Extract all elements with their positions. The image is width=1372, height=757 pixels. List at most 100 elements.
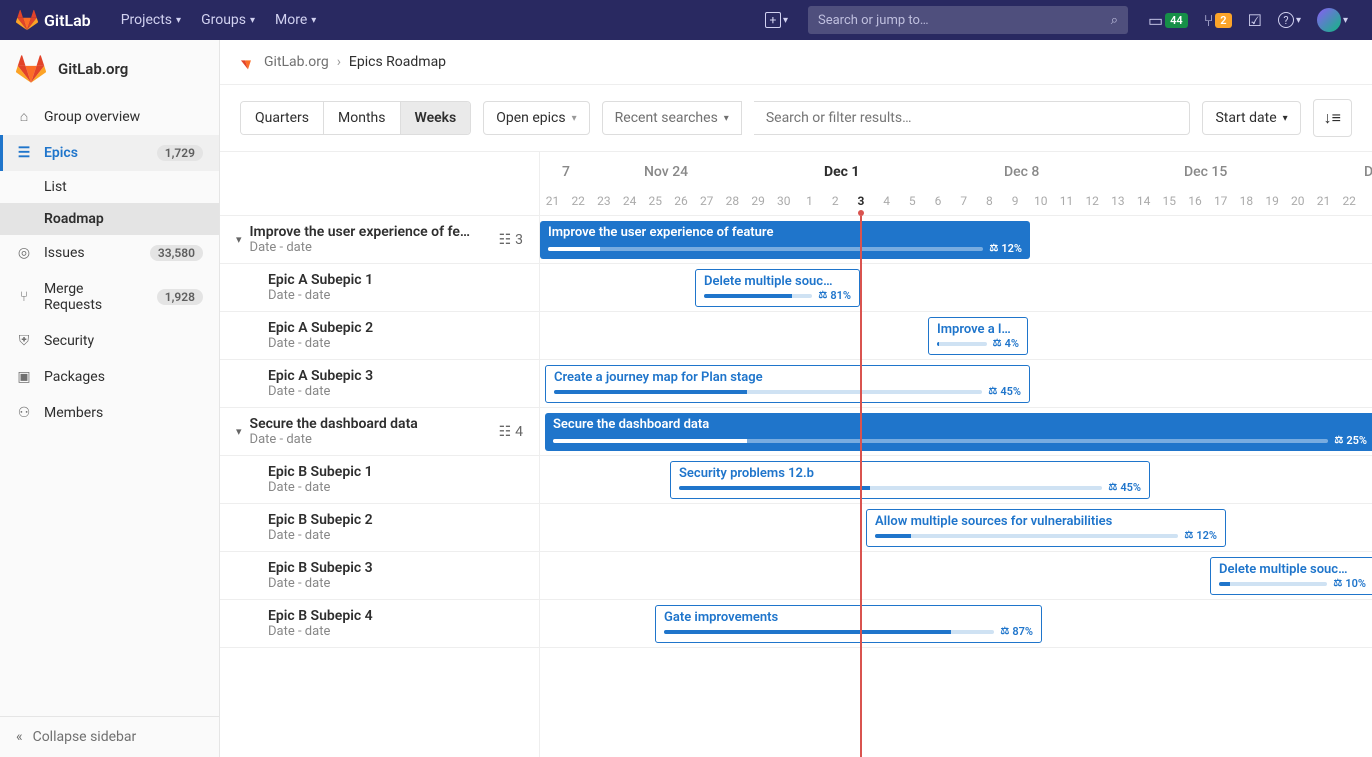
- sidebar-item-merge-requests[interactable]: ⑂Merge Requests1,928: [0, 271, 219, 323]
- check-icon: ☑: [1248, 11, 1262, 30]
- epic-list-row[interactable]: Epic A Subepic 3Date - date: [220, 360, 539, 408]
- chevron-down-icon: ▾: [783, 15, 788, 26]
- day-label: 9: [1003, 194, 1028, 208]
- timeline-row: Allow multiple sources for vulnerabiliti…: [540, 504, 1372, 552]
- epic-title: Epic A Subepic 3: [268, 368, 523, 384]
- progress-track: [679, 486, 1102, 490]
- epic-bar[interactable]: Allow multiple sources for vulnerabiliti…: [866, 509, 1226, 547]
- progress-track: [553, 439, 1328, 443]
- epic-list-row[interactable]: ▾Improve the user experience of fe…Date …: [220, 216, 539, 264]
- weight-icon: ⚖: [1000, 626, 1009, 637]
- expand-icon[interactable]: ▾: [236, 233, 242, 246]
- expand-icon[interactable]: ▾: [236, 425, 242, 438]
- plus-icon: +: [765, 12, 781, 28]
- sort-direction-button[interactable]: ↓≡: [1313, 99, 1352, 137]
- epic-bar[interactable]: Improve the user experience of feature⚖ …: [540, 221, 1030, 259]
- epic-bar[interactable]: Delete multiple souc…⚖ 10%: [1210, 557, 1372, 595]
- epic-list-row[interactable]: Epic B Subepic 3Date - date: [220, 552, 539, 600]
- progress-label: ⚖ 12%: [1184, 529, 1217, 542]
- sidebar-item-issues[interactable]: ◎Issues33,580: [0, 235, 219, 271]
- gitlab-icon: [16, 9, 38, 31]
- epic-list-row[interactable]: Epic A Subepic 2Date - date: [220, 312, 539, 360]
- epic-bar[interactable]: Improve a l…⚖ 4%: [928, 317, 1028, 355]
- sidebar-header[interactable]: GitLab.org: [0, 40, 219, 98]
- issues-button[interactable]: ☑: [1240, 0, 1270, 40]
- collapse-sidebar-button[interactable]: «Collapse sidebar: [0, 716, 219, 757]
- breadcrumb-page: Epics Roadmap: [349, 54, 446, 70]
- epic-date: Date - date: [268, 288, 523, 303]
- day-label: 12: [1080, 194, 1105, 208]
- nav-more[interactable]: More▾: [265, 0, 326, 40]
- nav-projects[interactable]: Projects▾: [111, 0, 191, 40]
- sidebar-item-epics[interactable]: ☰Epics1,729: [0, 135, 219, 171]
- gitlab-icon: [240, 54, 256, 70]
- week-label: 7: [562, 164, 570, 180]
- timescale-weeks[interactable]: Weeks: [400, 102, 471, 134]
- timeline-row: Improve the user experience of feature⚖ …: [540, 216, 1372, 264]
- epic-list-row[interactable]: ▾Secure the dashboard dataDate - date☷ 4: [220, 408, 539, 456]
- weight-icon: ⚖: [993, 338, 1002, 349]
- timescale-quarters[interactable]: Quarters: [241, 102, 323, 134]
- recent-searches-dropdown[interactable]: Recent searches▾: [602, 101, 742, 135]
- day-label: 3: [848, 194, 873, 208]
- sidebar-item-overview[interactable]: ⌂Group overview: [0, 98, 219, 135]
- epic-bar[interactable]: Create a journey map for Plan stage⚖ 45%: [545, 365, 1030, 403]
- epic-list-row[interactable]: Epic B Subepic 1Date - date: [220, 456, 539, 504]
- sidebar-sub-list[interactable]: List: [0, 171, 219, 203]
- epic-bar[interactable]: Security problems 12.b⚖ 45%: [670, 461, 1150, 499]
- epic-date: Date - date: [268, 576, 523, 591]
- sidebar: GitLab.org ⌂Group overview ☰Epics1,729 L…: [0, 40, 220, 757]
- help-button[interactable]: ?▾: [1270, 0, 1309, 40]
- day-label: 16: [1183, 194, 1208, 208]
- gitlab-icon: [16, 54, 46, 84]
- epic-bar[interactable]: Secure the dashboard data⚖ 25%: [545, 413, 1372, 451]
- todos-button[interactable]: ▭44: [1140, 0, 1196, 40]
- gitlab-logo[interactable]: GitLab: [16, 9, 91, 31]
- today-indicator: [860, 216, 862, 757]
- collapse-icon: «: [16, 729, 23, 745]
- epic-bar[interactable]: Delete multiple souc…⚖ 81%: [695, 269, 860, 307]
- epic-list-row[interactable]: Epic A Subepic 1Date - date: [220, 264, 539, 312]
- global-search-input[interactable]: Search or jump to… ⌕: [808, 6, 1128, 34]
- brand-label: GitLab: [44, 11, 91, 30]
- merge-requests-button[interactable]: ⑂2: [1196, 0, 1240, 40]
- epic-list-row[interactable]: Epic B Subepic 2Date - date: [220, 504, 539, 552]
- filter-input[interactable]: [754, 101, 1191, 135]
- timescale-months[interactable]: Months: [323, 102, 399, 134]
- epic-title: Improve the user experience of fe…: [250, 224, 499, 240]
- day-label: 4: [874, 194, 899, 208]
- chevron-down-icon: ▾: [724, 113, 729, 124]
- sidebar-sub-roadmap[interactable]: Roadmap: [0, 203, 219, 235]
- search-placeholder: Search or jump to…: [818, 13, 929, 28]
- progress-label: ⚖ 45%: [988, 385, 1021, 398]
- epic-list-row[interactable]: Epic B Subepic 4Date - date: [220, 600, 539, 648]
- chevron-down-icon: ▾: [1283, 113, 1288, 124]
- epic-date: Date - date: [268, 624, 523, 639]
- epic-icon: ☷: [499, 232, 512, 248]
- chevron-down-icon: ▾: [1296, 15, 1301, 26]
- epic-status-dropdown[interactable]: Open epics▾: [483, 101, 589, 135]
- timeline-row: Gate improvements⚖ 87%: [540, 600, 1372, 648]
- breadcrumb-group[interactable]: GitLab.org: [264, 54, 329, 70]
- progress-label: ⚖ 12%: [989, 242, 1022, 255]
- sidebar-item-packages[interactable]: ▣Packages: [0, 359, 219, 395]
- chevron-down-icon: ▾: [250, 15, 255, 26]
- sidebar-item-members[interactable]: ⚇Members: [0, 395, 219, 431]
- timeline-panel[interactable]: 7Nov 24Dec 1Dec 8Dec 15D 212223242526272…: [540, 152, 1372, 757]
- create-new-button[interactable]: +▾: [757, 0, 796, 40]
- nav-groups[interactable]: Groups▾: [191, 0, 265, 40]
- day-label: 20: [1285, 194, 1310, 208]
- help-icon: ?: [1278, 12, 1294, 28]
- epic-title: Epic A Subepic 1: [268, 272, 523, 288]
- weight-icon: ⚖: [1334, 435, 1343, 446]
- epic-title: Epic B Subepic 2: [268, 512, 523, 528]
- weight-icon: ⚖: [989, 243, 998, 254]
- chevron-right-icon: ›: [337, 54, 341, 70]
- sort-dropdown[interactable]: Start date▾: [1202, 101, 1300, 135]
- sidebar-item-security[interactable]: ⛨Security: [0, 323, 219, 359]
- day-label: 2: [823, 194, 848, 208]
- epic-date: Date - date: [268, 384, 523, 399]
- epic-bar[interactable]: Gate improvements⚖ 87%: [655, 605, 1042, 643]
- week-label: Dec 8: [1004, 164, 1039, 180]
- user-menu[interactable]: ▾: [1309, 0, 1356, 40]
